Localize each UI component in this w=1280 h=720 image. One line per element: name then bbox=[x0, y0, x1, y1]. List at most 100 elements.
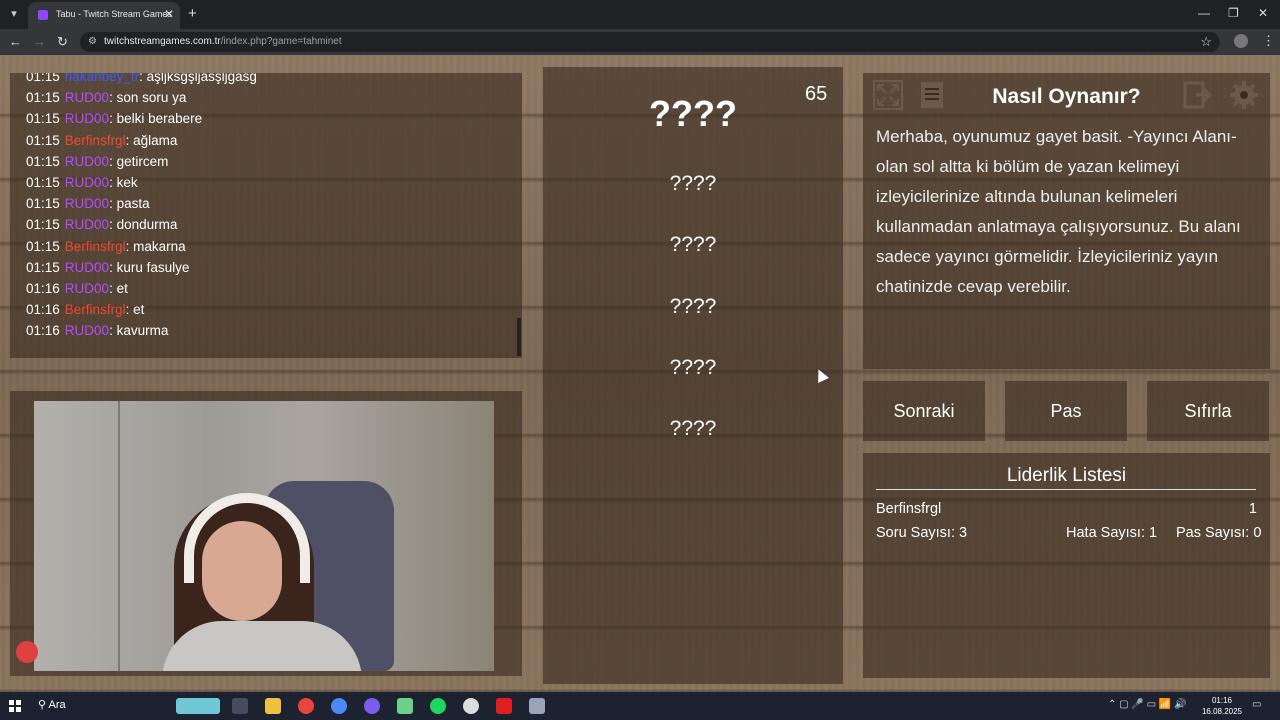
url-text: twitchstreamgames.com.tr/index.php?game=… bbox=[104, 36, 342, 47]
obs-icon[interactable] bbox=[463, 698, 479, 714]
app-gray-icon[interactable] bbox=[529, 698, 545, 714]
twitch-favicon-icon bbox=[38, 10, 48, 20]
browser-tab-bar: ▾ Tabu - Twitch Stream Games ✕ + — ❐ ✕ bbox=[0, 0, 1280, 29]
leader-player-name: Berfinsfrgl bbox=[876, 501, 942, 517]
chat-username[interactable]: RUD00 bbox=[65, 111, 109, 126]
chat-message: 01:15 RUD00: belki berabere bbox=[26, 111, 202, 126]
browser-tab[interactable]: Tabu - Twitch Stream Games ✕ bbox=[28, 2, 180, 29]
forbidden-word: ???? bbox=[669, 295, 717, 318]
leader-player-score: 1 bbox=[1248, 501, 1257, 517]
reset-button[interactable]: Sıfırla bbox=[1147, 381, 1269, 441]
file-explorer-icon[interactable] bbox=[265, 698, 281, 714]
chat-scrollbar[interactable] bbox=[517, 318, 521, 356]
chat-username[interactable]: RUD00 bbox=[65, 154, 109, 169]
chat-panel: 01:15 hakanbey_tr: aşljksgşljasşljgasg 01:… bbox=[10, 73, 522, 358]
chat-time: 01:16 bbox=[26, 281, 60, 296]
task-view-icon[interactable] bbox=[232, 698, 248, 714]
divider bbox=[876, 489, 1256, 490]
chat-username[interactable]: Berfinsfrgl bbox=[65, 133, 126, 148]
chat-message: 01:15 RUD00: dondurma bbox=[26, 217, 177, 232]
pass-button[interactable]: Pas bbox=[1005, 381, 1127, 441]
chat-time: 01:15 bbox=[26, 111, 60, 127]
forbidden-word: ???? bbox=[669, 172, 717, 195]
chat-username[interactable]: RUD00 bbox=[65, 281, 109, 296]
chat-text: : et bbox=[125, 302, 145, 318]
url-input[interactable]: ⚙ twitchstreamgames.com.tr/index.php?gam… bbox=[80, 32, 1220, 52]
chat-time: 01:15 bbox=[26, 175, 60, 190]
chat-message: 01:16 RUD00: et bbox=[26, 281, 128, 296]
tray-icons[interactable]: ⌃ ▢ 🎤 ▭ 📶 🔊 bbox=[1108, 699, 1187, 710]
back-arrow-icon[interactable]: ← bbox=[9, 34, 22, 49]
chat-time: 01:15 bbox=[26, 259, 60, 275]
pass-count: Pas Sayısı: 0 bbox=[1176, 525, 1262, 541]
chat-message: 01:15 RUD00: pasta bbox=[26, 196, 150, 211]
record-indicator-icon bbox=[16, 641, 38, 663]
exit-icon[interactable] bbox=[1182, 79, 1214, 111]
forward-arrow-icon[interactable]: → bbox=[33, 34, 46, 49]
close-window-button[interactable]: ✕ bbox=[1258, 6, 1268, 20]
profile-avatar[interactable] bbox=[1234, 34, 1248, 48]
chat-username[interactable]: RUD00 bbox=[65, 196, 109, 211]
game-page: 01:15 hakanbey_tr: aşljksgşljasşljgasg 01:… bbox=[0, 55, 1280, 692]
chat-username[interactable]: hakanbey_tr bbox=[65, 73, 139, 84]
chat-username[interactable]: RUD00 bbox=[65, 90, 109, 105]
forbidden-word: ???? bbox=[669, 233, 717, 256]
app-icon[interactable] bbox=[397, 698, 413, 714]
new-tab-button[interactable]: + bbox=[188, 5, 197, 22]
restore-button[interactable]: ❐ bbox=[1228, 6, 1239, 20]
chat-username[interactable]: Berfinsfrgl bbox=[65, 302, 126, 317]
tab-close-icon[interactable]: ✕ bbox=[164, 7, 174, 21]
app-red-icon[interactable] bbox=[496, 698, 512, 714]
settings-gear-icon[interactable] bbox=[1228, 79, 1260, 111]
windows-start-icon[interactable] bbox=[9, 700, 21, 712]
chat-message: 01:15 RUD00: kek bbox=[26, 175, 138, 190]
chat-username[interactable]: RUD00 bbox=[65, 323, 109, 338]
question-count: Soru Sayısı: 3 bbox=[876, 525, 968, 541]
taskbar-search[interactable]: ⚲ Ara bbox=[38, 698, 66, 711]
chat-username[interactable]: RUD00 bbox=[65, 217, 109, 232]
chat-message: 01:15 RUD00: getircem bbox=[26, 154, 168, 169]
spotify-icon[interactable] bbox=[430, 698, 446, 714]
url-path: /index.php?game=tahminet bbox=[220, 36, 342, 47]
chrome-profile-icon[interactable] bbox=[331, 698, 347, 714]
chat-text: : ağlama bbox=[125, 132, 178, 148]
webcam-video bbox=[34, 401, 494, 671]
chat-time: 01:15 bbox=[26, 238, 60, 254]
discord-icon[interactable] bbox=[364, 698, 380, 714]
chat-text: : pasta bbox=[109, 196, 150, 212]
tab-title: Tabu - Twitch Stream Games bbox=[56, 9, 172, 19]
chat-text: : et bbox=[109, 281, 128, 296]
chat-message: 01:16 Berfinsfrgl: et bbox=[26, 302, 144, 317]
chrome-icon[interactable] bbox=[298, 698, 314, 714]
next-button[interactable]: Sonraki bbox=[863, 381, 985, 441]
how-to-play-panel: Nasıl Oynanır? Merhaba, oyunumuz gayet b… bbox=[863, 73, 1270, 369]
notification-icon[interactable]: ▭ bbox=[1252, 699, 1261, 710]
chat-time: 01:16 bbox=[26, 302, 60, 318]
chat-time: 01:15 bbox=[26, 132, 60, 148]
chat-time: 01:15 bbox=[26, 73, 60, 84]
chat-username[interactable]: Berfinsfrgl bbox=[65, 239, 126, 254]
address-bar: ← → ↻ ⚙ twitchstreamgames.com.tr/index.p… bbox=[0, 29, 1280, 55]
clock-date: 16.08.2025 bbox=[1201, 707, 1243, 716]
chat-time: 01:15 bbox=[26, 153, 60, 169]
chat-time: 01:15 bbox=[26, 217, 60, 233]
widget-icon[interactable] bbox=[176, 698, 220, 714]
chat-text: : aşljksgşljasşljgasg bbox=[139, 73, 257, 84]
chat-username[interactable]: RUD00 bbox=[65, 260, 109, 275]
chat-text: : kuru fasulye bbox=[109, 259, 190, 275]
chat-text: : kek bbox=[109, 175, 138, 190]
streamer-body bbox=[162, 621, 362, 671]
site-info-icon[interactable]: ⚙ bbox=[88, 36, 97, 47]
url-host: twitchstreamgames.com.tr bbox=[104, 36, 221, 47]
minimize-button[interactable]: — bbox=[1198, 6, 1210, 20]
reload-icon[interactable]: ↻ bbox=[57, 34, 68, 50]
tab-search-button[interactable]: ▾ bbox=[5, 6, 23, 22]
chat-message: 01:15 Berfinsfrgl: ağlama bbox=[26, 133, 177, 148]
word-card-panel: 65 ???? ???? ???? ???? ???? ???? bbox=[543, 67, 843, 684]
taskbar-clock[interactable]: 01:16 16.08.2025 bbox=[1200, 695, 1244, 717]
bookmark-star-icon[interactable]: ☆ bbox=[1200, 34, 1212, 50]
chat-message: 01:15 Berfinsfrgl: makarna bbox=[26, 239, 186, 254]
browser-menu-icon[interactable]: ⋮ bbox=[1262, 33, 1275, 49]
leaderboard-title: Liderlik Listesi bbox=[1006, 465, 1127, 486]
chat-username[interactable]: RUD00 bbox=[65, 175, 109, 190]
